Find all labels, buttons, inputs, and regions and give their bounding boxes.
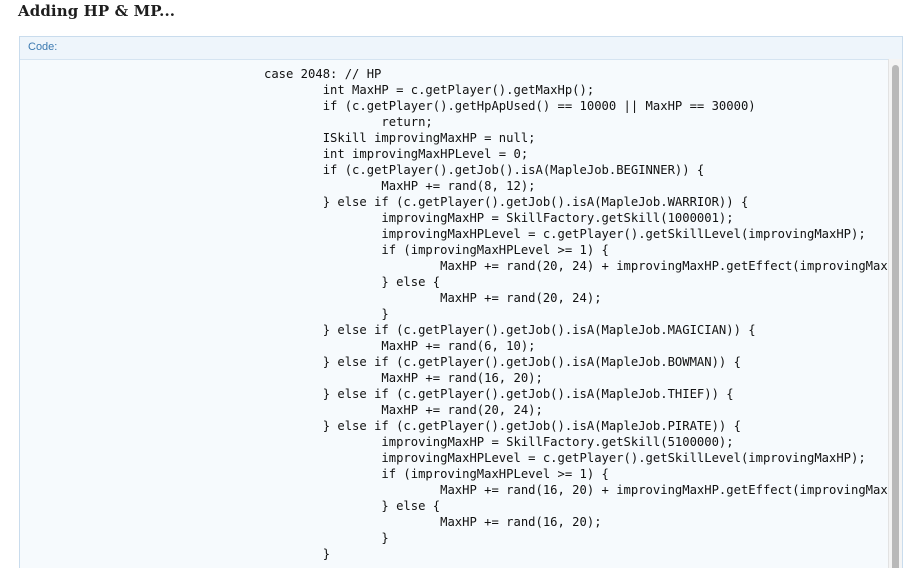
post-title: Adding HP & MP... [18,2,176,20]
code-block: Code: case 2048: // HP int MaxHP = c.get… [19,36,903,568]
forum-post: Adding HP & MP... Code: case 2048: // HP… [0,0,903,568]
code-content-area[interactable]: case 2048: // HP int MaxHP = c.getPlayer… [20,59,890,568]
vertical-scrollbar[interactable] [888,59,902,568]
code-text[interactable]: case 2048: // HP int MaxHP = c.getPlayer… [264,66,888,562]
code-label: Code: [28,41,58,53]
scrollbar-thumb[interactable] [892,65,899,568]
